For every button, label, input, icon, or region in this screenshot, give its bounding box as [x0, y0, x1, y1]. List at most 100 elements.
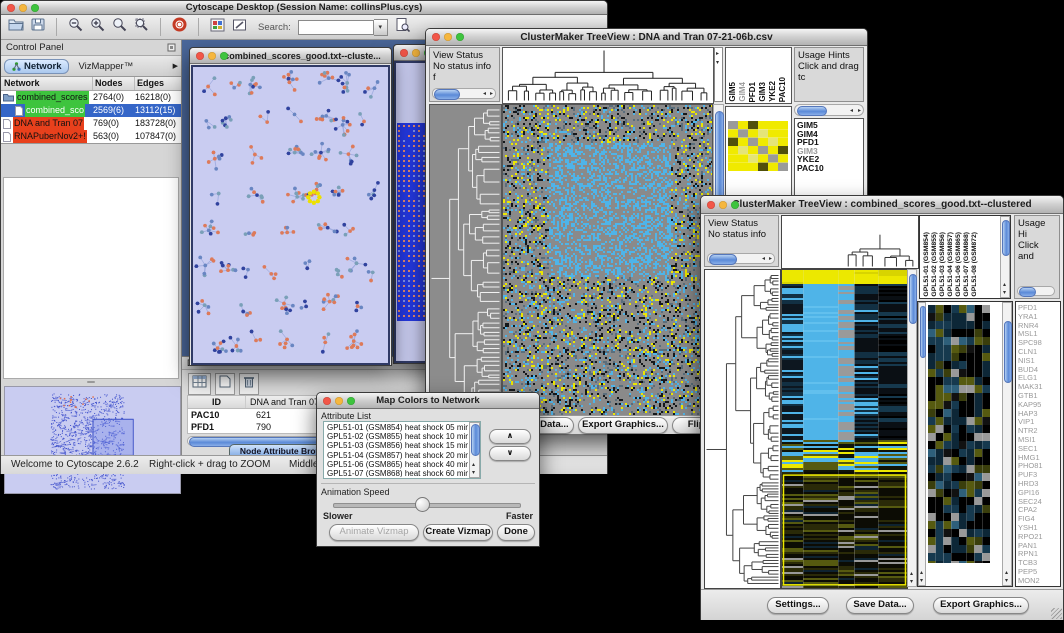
- search-dropdown-icon[interactable]: ▾: [374, 19, 388, 36]
- scroll-up-icon[interactable]: ▴: [920, 570, 923, 576]
- scrollbar-thumb[interactable]: [1004, 321, 1012, 383]
- zoom-button[interactable]: [731, 201, 739, 209]
- zoom-in-icon[interactable]: [90, 17, 105, 37]
- scroll-left-icon[interactable]: ◂: [483, 91, 486, 97]
- scroll-left-icon[interactable]: ◂: [850, 108, 853, 114]
- zoom-panel-right-vscrollbar[interactable]: ▴ ▾: [1002, 302, 1012, 586]
- zoom-panel-left-vscrollbar[interactable]: ▴ ▾: [918, 302, 926, 586]
- scroll-down-icon[interactable]: ▾: [472, 470, 475, 476]
- tab-network[interactable]: Network: [4, 59, 69, 74]
- scroll-down-icon[interactable]: ▾: [910, 579, 913, 585]
- table-row-combined-sco-selected[interactable]: combined_sco 2569(6) 13112(15): [1, 104, 181, 117]
- scroll-right-icon[interactable]: ▸: [769, 256, 772, 262]
- animate-vizmap-button[interactable]: Animate Vizmap: [329, 524, 419, 541]
- move-down-button[interactable]: ∨: [489, 446, 531, 461]
- scroll-up-icon[interactable]: ▴: [1005, 570, 1008, 576]
- attribute-item[interactable]: GPL51-04 (GSM857) heat shock 20 min: [327, 451, 468, 460]
- column-label[interactable]: GPL51-03 (GSM856): [939, 232, 946, 297]
- done-button[interactable]: Done: [497, 524, 535, 541]
- minimize-button[interactable]: [444, 33, 452, 41]
- treeview2-vscrollbar[interactable]: ▴ ▾: [907, 269, 917, 587]
- treeview1-heatmap[interactable]: [502, 104, 713, 416]
- scrollbar-thumb[interactable]: [434, 89, 460, 100]
- column-label[interactable]: GIM4: [738, 82, 747, 102]
- column-header-id[interactable]: ID: [188, 396, 246, 408]
- treeview1-titlebar[interactable]: ClusterMaker TreeView : DNA and Tran 07-…: [426, 29, 867, 46]
- zoom-fit-icon[interactable]: [112, 17, 127, 37]
- column-label[interactable]: GPL51-01 (GSM854): [923, 232, 930, 297]
- close-button[interactable]: [432, 33, 440, 41]
- table-row-rnapuber[interactable]: RNAPuberNov2+! 563(0) 107847(0): [1, 130, 181, 143]
- treeview2-titlebar[interactable]: ClusterMaker TreeView : combined_scores_…: [701, 196, 1063, 214]
- panel-splitter[interactable]: [1, 379, 181, 384]
- tab-overflow-icon[interactable]: ▶: [173, 62, 178, 70]
- vizmapper-icon[interactable]: [210, 18, 225, 37]
- close-button[interactable]: [323, 397, 331, 405]
- view-status-hscrollbar[interactable]: ◂ ▸: [432, 88, 496, 99]
- treeview1-column-dendrogram[interactable]: [502, 47, 714, 104]
- column-label[interactable]: GIM5: [728, 82, 737, 102]
- open-session-icon[interactable]: [8, 18, 24, 36]
- attribute-item[interactable]: GPL51-03 (GSM856) heat shock 15 min: [327, 441, 468, 450]
- attribute-item[interactable]: GPL51-06 (GSM865) heat shock 40 min: [327, 460, 468, 469]
- scrollbar-thumb[interactable]: [709, 254, 737, 265]
- scrollbar-thumb[interactable]: [1019, 287, 1036, 297]
- treeview2-row-dendrogram[interactable]: [704, 269, 781, 589]
- scrollbar-thumb[interactable]: [920, 306, 926, 358]
- search-input[interactable]: [298, 20, 374, 35]
- advanced-search-icon[interactable]: [395, 17, 410, 37]
- column-label[interactable]: GPL51-06 (GSM865): [955, 232, 962, 297]
- scroll-up-icon[interactable]: ▴: [472, 462, 475, 468]
- scrollbar-thumb[interactable]: [1002, 220, 1010, 256]
- settings-button[interactable]: Settings...: [767, 597, 829, 614]
- treeview1-similarity-matrix[interactable]: [728, 121, 788, 171]
- minimize-button[interactable]: [208, 52, 216, 60]
- usage-hints-hscrollbar[interactable]: [1017, 286, 1055, 296]
- minimize-button[interactable]: [335, 397, 343, 405]
- column-labels-vscrollbar[interactable]: ▴ ▾: [1000, 216, 1010, 298]
- scrollbar-thumb[interactable]: [909, 274, 917, 324]
- scroll-down-icon[interactable]: ▾: [1005, 578, 1008, 584]
- export-graphics-button[interactable]: Export Graphics...: [933, 597, 1029, 614]
- minimize-button[interactable]: [719, 201, 727, 209]
- help-lifering-icon[interactable]: [172, 17, 187, 37]
- scroll-right-icon[interactable]: ▸: [716, 51, 719, 57]
- scroll-up-icon[interactable]: ▴: [910, 571, 913, 577]
- minimize-button[interactable]: [19, 4, 27, 12]
- column-label[interactable]: PAC10: [778, 77, 787, 102]
- column-label[interactable]: GPL51-08 (GSM872): [971, 232, 978, 297]
- scroll-left-icon[interactable]: ◂: [762, 256, 765, 262]
- move-up-button[interactable]: ∧: [489, 429, 531, 444]
- scrollbar-thumb[interactable]: [471, 424, 480, 456]
- table-row-dna-tran[interactable]: DNA and Tran 07 769(0) 183728(0): [1, 117, 181, 130]
- close-button[interactable]: [707, 201, 715, 209]
- save-data-button[interactable]: Save Data...: [846, 597, 914, 614]
- column-label[interactable]: YKE2: [768, 81, 777, 102]
- attribute-item[interactable]: GPL51-02 (GSM855) heat shock 10 min: [327, 432, 468, 441]
- scroll-down-icon[interactable]: ▾: [716, 60, 719, 66]
- column-label[interactable]: GPL51-02 (GSM855): [931, 232, 938, 297]
- treeview1-hscrollbar[interactable]: ◂ ▸: [794, 104, 864, 116]
- column-header-nodes[interactable]: Nodes: [93, 77, 135, 90]
- annotation-icon[interactable]: [232, 18, 247, 37]
- float-panel-icon[interactable]: [167, 39, 176, 57]
- save-session-icon[interactable]: [31, 18, 45, 36]
- scroll-down-icon[interactable]: ▾: [1003, 290, 1006, 296]
- close-button[interactable]: [7, 4, 15, 12]
- column-header-edges[interactable]: Edges: [135, 77, 178, 90]
- close-button[interactable]: [196, 52, 204, 60]
- scroll-right-icon[interactable]: ▸: [490, 91, 493, 97]
- tab-vizmapper[interactable]: VizMapper™: [71, 60, 140, 73]
- treeview2-heatmap[interactable]: [781, 269, 908, 589]
- attribute-item[interactable]: GPL51-01 (GSM854) heat shock 05 min: [327, 423, 468, 432]
- resize-grip[interactable]: [1051, 608, 1062, 619]
- new-attribute-icon[interactable]: [215, 373, 235, 395]
- scroll-up-icon[interactable]: ▴: [1003, 282, 1006, 288]
- column-label[interactable]: PFD1: [748, 82, 757, 102]
- export-graphics-button[interactable]: Export Graphics...: [578, 417, 668, 434]
- dense-network-canvas[interactable]: [397, 123, 428, 321]
- column-header-network[interactable]: Network: [1, 77, 93, 90]
- zoom-button[interactable]: [347, 397, 355, 405]
- minimize-button[interactable]: [412, 49, 420, 57]
- view-status-hscrollbar[interactable]: ◂ ▸: [707, 253, 775, 264]
